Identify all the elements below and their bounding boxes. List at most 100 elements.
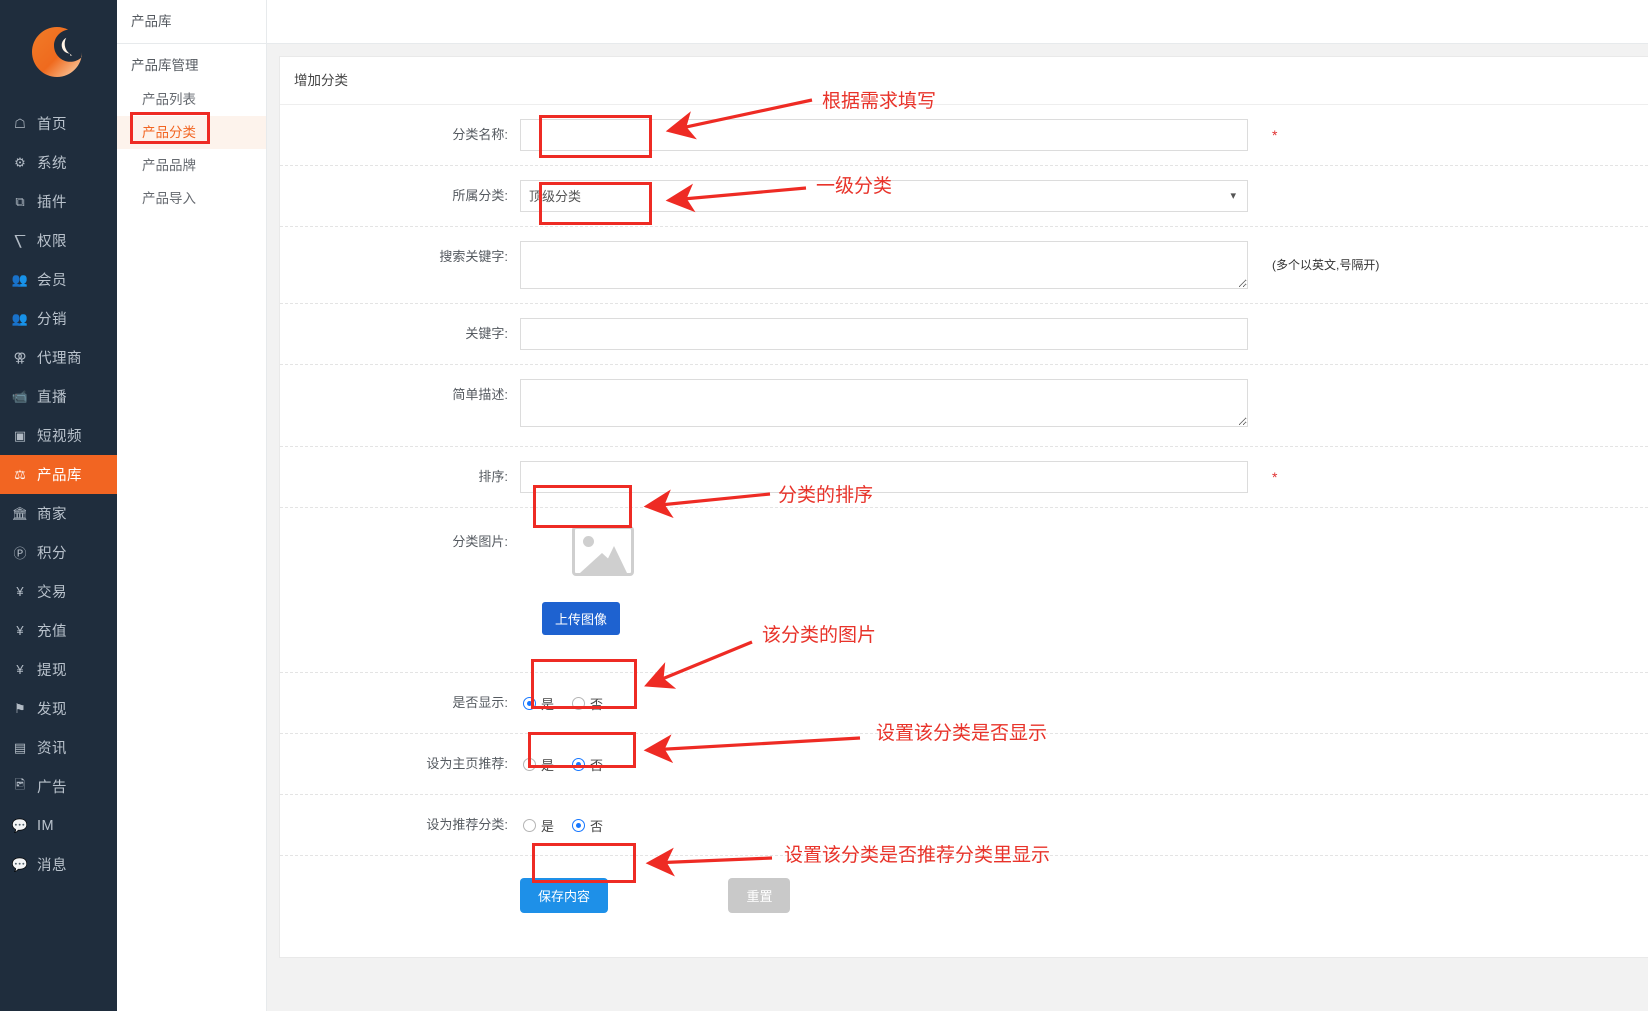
home-recommend-control: 是 否: [520, 748, 1648, 780]
bank-icon: 🏛: [11, 505, 29, 521]
sidebar-item-label: 代理商: [37, 351, 82, 367]
sidebar-item-message[interactable]: 💬 消息: [0, 845, 117, 884]
sidebar-item-withdraw[interactable]: ¥ 提现: [0, 650, 117, 689]
keywords-control: [520, 318, 1648, 350]
sidebar-item-system[interactable]: ⚙ 系统: [0, 143, 117, 182]
category-name-input[interactable]: [520, 119, 1248, 151]
admin-page: ☖ 首页 ⚙ 系统 ⧉ 插件 ⎲ 权限 👥 会员 👥 分销 ⚢ 代理商 📹 直播…: [0, 0, 1648, 1011]
sidebar-item-label: 广告: [37, 780, 67, 796]
sidebar-item-trade[interactable]: ¥ 交易: [0, 572, 117, 611]
radio-label: 是: [541, 818, 555, 834]
radio-label: 是: [541, 757, 555, 773]
form-row-home-recommend: 设为主页推荐: 是 否: [280, 734, 1648, 795]
sidebar-item-label: 发现: [37, 702, 67, 718]
search-keywords-control: (多个以英文,号隔开): [520, 241, 1648, 289]
category-image-label: 分类图片:: [452, 534, 508, 549]
image-icon: 🖻: [14, 776, 26, 792]
sidebar-item-recharge[interactable]: ¥ 充值: [0, 611, 117, 650]
is-show-radio-no[interactable]: 否: [572, 694, 603, 713]
sidebar-item-label: 交易: [37, 585, 67, 601]
sidebar-item-news[interactable]: ▤ 资讯: [0, 728, 117, 767]
sidebar-item-label: 提现: [37, 663, 67, 679]
sidebar-item-discover[interactable]: ⚑ 发现: [0, 689, 117, 728]
recommend-category-radio-yes[interactable]: 是: [523, 816, 554, 835]
parent-category-control: 顶级分类 ▾: [520, 180, 1648, 212]
chat-icon: 💬: [11, 817, 29, 833]
description-label: 简单描述:: [452, 387, 508, 402]
radio-label: 否: [590, 696, 604, 712]
home-recommend-radio-group: 是 否: [520, 748, 1638, 780]
subnav-item-product-brand[interactable]: 产品品牌: [117, 149, 266, 182]
sidebar-item-points[interactable]: Ⓟ 积分: [0, 533, 117, 572]
sidebar-item-label: IM: [37, 817, 55, 834]
home-recommend-label: 设为主页推荐:: [426, 756, 508, 771]
logo-icon: [26, 19, 92, 85]
description-textarea[interactable]: [520, 379, 1248, 427]
save-button[interactable]: 保存内容: [520, 878, 609, 913]
form-row-recommend-category: 设为推荐分类: 是 否: [280, 795, 1648, 856]
form-row-is-show: 是否显示: 是 否: [280, 673, 1648, 734]
reset-button[interactable]: 重置: [728, 878, 791, 913]
message-icon: 💬: [11, 856, 29, 872]
sidebar-item-label: 消息: [37, 858, 67, 874]
sitemap-icon: ⎲: [14, 232, 26, 248]
subnav-item-product-list[interactable]: 产品列表: [117, 83, 266, 116]
sidebar-item-label: 直播: [37, 390, 67, 406]
points-icon: Ⓟ: [13, 546, 27, 561]
form-row-keywords: 关键字:: [280, 304, 1648, 365]
sidebar-item-permission[interactable]: ⎲ 权限: [0, 221, 117, 260]
home-recommend-radio-no[interactable]: 否: [572, 755, 603, 774]
sidebar-item-product-library[interactable]: ⚖ 产品库: [0, 455, 117, 494]
form-row-parent-category: 所属分类: 顶级分类 ▾: [280, 166, 1648, 227]
sidebar-item-live[interactable]: 📹 直播: [0, 377, 117, 416]
sort-input[interactable]: [520, 461, 1248, 493]
page-title: 增加分类: [280, 57, 1648, 105]
primary-sidebar: ☖ 首页 ⚙ 系统 ⧉ 插件 ⎲ 权限 👥 会员 👥 分销 ⚢ 代理商 📹 直播…: [0, 0, 117, 1011]
sidebar-item-label: 首页: [37, 117, 67, 133]
sort-label: 排序:: [478, 469, 508, 484]
subnav-item-product-import[interactable]: 产品导入: [117, 182, 266, 215]
main-content: 增加分类 分类名称: * 所属分类: 顶级分类 ▾ 搜索关键字: (多个以英文,…: [267, 0, 1648, 1011]
sidebar-item-agent[interactable]: ⚢ 代理商: [0, 338, 117, 377]
recommend-category-control: 是 否: [520, 809, 1648, 841]
radio-icon: [572, 696, 586, 710]
home-recommend-radio-yes[interactable]: 是: [523, 755, 554, 774]
is-show-radio-yes[interactable]: 是: [523, 694, 554, 713]
sidebar-item-im[interactable]: 💬 IM: [0, 806, 117, 845]
form-row-category-name: 分类名称: *: [280, 105, 1648, 166]
sidebar-item-label: 资讯: [37, 741, 67, 757]
sidebar-item-merchant[interactable]: 🏛 商家: [0, 494, 117, 533]
brand-logo[interactable]: [0, 0, 117, 104]
recommend-category-radio-no[interactable]: 否: [572, 816, 603, 835]
parent-category-select[interactable]: 顶级分类: [520, 180, 1248, 212]
sidebar-item-label: 商家: [37, 507, 67, 523]
radio-label: 否: [590, 818, 604, 834]
image-placeholder-icon: [572, 526, 634, 576]
keywords-input[interactable]: [520, 318, 1248, 350]
sidebar-item-distribution[interactable]: 👥 分销: [0, 299, 117, 338]
category-name-label: 分类名称:: [452, 127, 508, 142]
withdraw-icon: ¥: [16, 662, 24, 677]
sidebar-item-label: 系统: [37, 156, 67, 172]
flag-icon: ⚑: [14, 700, 26, 716]
sidebar-item-ad[interactable]: 🖻 广告: [0, 767, 117, 806]
radio-icon: [572, 818, 586, 832]
short-video-icon: ▣: [13, 427, 27, 443]
users-icon: 👥: [11, 271, 29, 287]
sidebar-item-home[interactable]: ☖ 首页: [0, 104, 117, 143]
subnav-item-product-category[interactable]: 产品分类: [117, 116, 266, 149]
sort-control: *: [520, 461, 1648, 493]
required-mark: *: [1272, 127, 1278, 143]
sidebar-item-member[interactable]: 👥 会员: [0, 260, 117, 299]
radio-icon: [572, 757, 586, 771]
add-category-panel: 增加分类 分类名称: * 所属分类: 顶级分类 ▾ 搜索关键字: (多个以英文,…: [279, 56, 1648, 958]
category-name-control: *: [520, 119, 1648, 151]
recommend-category-label: 设为推荐分类:: [426, 817, 508, 832]
sidebar-item-short-video[interactable]: ▣ 短视频: [0, 416, 117, 455]
form-row-actions: 保存内容 重置: [280, 856, 1648, 927]
upload-image-button[interactable]: 上传图像: [542, 602, 621, 635]
search-keywords-textarea[interactable]: [520, 241, 1248, 289]
sidebar-item-plugin[interactable]: ⧉ 插件: [0, 182, 117, 221]
is-show-control: 是 否: [520, 687, 1648, 719]
form-row-description: 简单描述:: [280, 365, 1648, 447]
